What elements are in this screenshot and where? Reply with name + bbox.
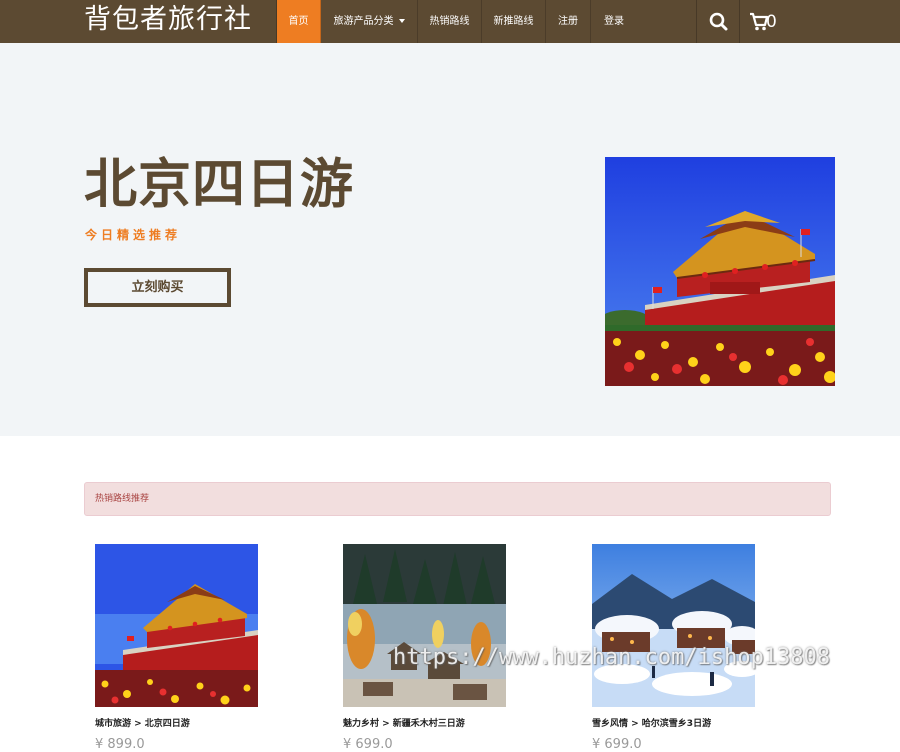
nav-home[interactable]: 首页 [277,0,321,43]
search-icon [709,12,728,31]
hero-tiananmen-image[interactable] [605,157,835,386]
product-price: ¥ 699.0 [592,737,642,752]
product-title[interactable]: 魅力乡村 > 新疆禾木村三日游 [343,716,465,729]
hero-subtitle: 今日精选推荐 [85,228,182,242]
tiananmen-photo [605,157,835,386]
top-navbar: 背包者旅行社 首页 旅游产品分类 热销路线 新推路线 注册 登录 0 [0,0,900,43]
hero-banner: 北京四日游 今日精选推荐 立刻购买 [0,43,900,436]
nav-register[interactable]: 注册 [546,0,591,43]
product-title[interactable]: 雪乡风情 > 哈尔滨雪乡3日游 [592,716,711,729]
product-price: ¥ 699.0 [343,737,393,752]
product-title[interactable]: 城市旅游 > 北京四日游 [95,716,190,729]
tiananmen-photo [95,544,258,707]
hot-routes-alert: 热销路线推荐 [84,482,831,516]
shopping-cart-icon [750,12,769,31]
hemu-village-photo [343,544,506,707]
product-image-hemu[interactable] [343,544,506,707]
nav-product-category[interactable]: 旅游产品分类 [321,0,418,43]
nav-hot-routes[interactable]: 热销路线 [418,0,482,43]
product-price: ¥ 899.0 [95,737,145,752]
hero-title: 北京四日游 [84,154,354,215]
product-image-snow-village[interactable] [592,544,755,707]
snow-village-photo [592,544,755,707]
chevron-down-icon [398,19,405,23]
watermark-text: https://www.huzhan.com/ishop13808 [393,645,831,670]
nav-product-category-label: 旅游产品分类 [333,16,394,27]
product-image-beijing[interactable] [95,544,258,707]
search-button[interactable] [697,0,739,43]
buy-now-button[interactable]: 立刻购买 [84,268,231,307]
nav-login[interactable]: 登录 [591,0,637,43]
nav-new-routes[interactable]: 新推路线 [482,0,546,43]
cart-button[interactable] [748,0,769,43]
nav-divider [739,0,740,43]
brand-logo[interactable]: 背包者旅行社 [84,2,252,38]
cart-count: 0 [766,12,777,32]
